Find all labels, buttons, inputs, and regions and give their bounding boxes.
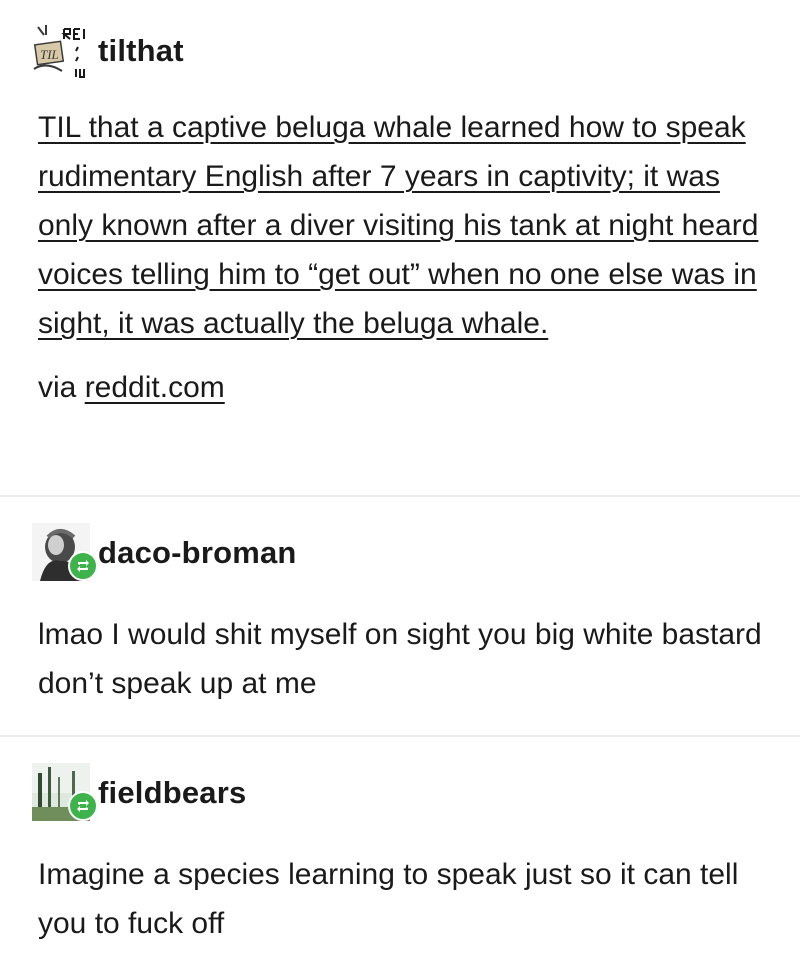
reblog-body: Imagine a species learning to speak just…: [38, 858, 739, 940]
divider: [0, 495, 800, 497]
original-post: TIL tilthat TIL that a captive beluga wh…: [0, 20, 800, 404]
reblog-body: lmao I would shit myself on sight you bi…: [38, 618, 762, 700]
reblog-username[interactable]: fieldbears: [98, 775, 246, 811]
via-source: via reddit.com: [38, 363, 778, 412]
fieldbears-avatar[interactable]: [32, 763, 98, 823]
reblog-icon: [68, 791, 98, 821]
daco-broman-avatar[interactable]: [32, 523, 98, 583]
reblog-username[interactable]: daco-broman: [98, 535, 297, 571]
reblog-entry: fieldbears Imagine a species learning to…: [0, 762, 800, 940]
reblog-entry: daco-broman lmao I would shit myself on …: [0, 522, 800, 700]
reblog-header: daco-broman: [0, 522, 800, 584]
via-link[interactable]: reddit.com: [85, 371, 225, 404]
post-body[interactable]: TIL that a captive beluga whale learned …: [38, 103, 778, 348]
divider: [0, 735, 800, 737]
post-header: TIL tilthat: [0, 20, 800, 82]
svg-text:TIL: TIL: [40, 47, 59, 62]
tilthat-avatar[interactable]: TIL: [32, 21, 92, 81]
post-body-link[interactable]: TIL that a captive beluga whale learned …: [38, 111, 758, 340]
post-username[interactable]: tilthat: [98, 33, 184, 69]
reblog-icon: [68, 551, 98, 581]
til-logo-icon: TIL: [33, 25, 86, 78]
reblog-header: fieldbears: [0, 762, 800, 824]
via-prefix: via: [38, 371, 85, 404]
